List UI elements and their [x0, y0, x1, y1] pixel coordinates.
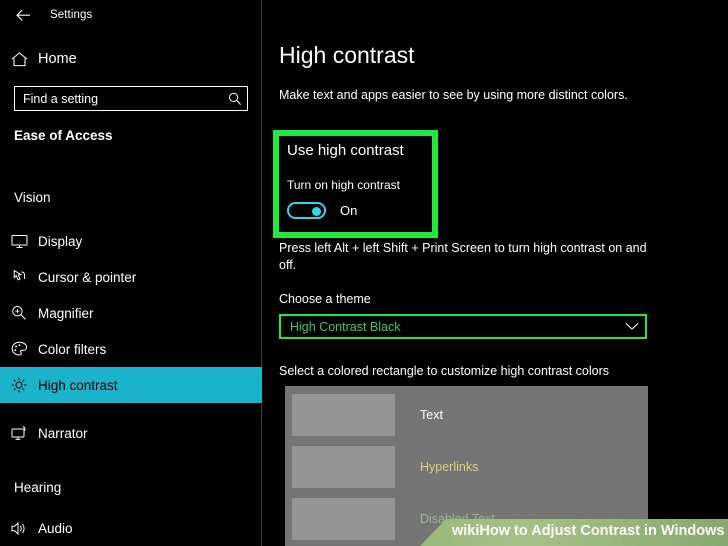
- sidebar-group-heading-hearing: Hearing: [14, 480, 62, 495]
- search-input-field[interactable]: [15, 91, 223, 106]
- main-content: High contrast Make text and apps easier …: [263, 0, 728, 546]
- sidebar-item-color-filters-label: Color filters: [38, 341, 107, 357]
- sidebar-item-home[interactable]: Home: [0, 42, 262, 76]
- search-icon: [223, 92, 247, 106]
- chevron-down-icon: [619, 322, 645, 331]
- theme-dropdown[interactable]: High Contrast Black: [279, 314, 647, 339]
- palette-icon: [0, 341, 38, 357]
- watermark-end: Windows 10: [660, 523, 728, 539]
- sidebar-item-magnifier-label: Magnifier: [38, 305, 94, 321]
- color-chip-text[interactable]: [292, 393, 395, 436]
- page-subtitle: Make text and apps easier to see by usin…: [279, 88, 628, 102]
- watermark-how: How: [479, 523, 511, 539]
- settings-window: Settings Home Ease of Access Vision: [0, 0, 728, 546]
- swatch-label-hyperlinks: Hyperlinks: [420, 459, 479, 474]
- choose-theme-label: Choose a theme: [279, 292, 371, 306]
- sidebar: Settings Home Ease of Access Vision: [0, 0, 262, 546]
- swatch-row-hyperlinks[interactable]: Hyperlinks: [292, 443, 642, 490]
- search-input[interactable]: [14, 86, 248, 111]
- brightness-icon: [0, 377, 38, 393]
- sidebar-item-magnifier[interactable]: Magnifier: [0, 295, 262, 331]
- sidebar-group-heading-vision: Vision: [14, 190, 51, 205]
- sidebar-item-home-label: Home: [38, 51, 77, 67]
- sidebar-item-narrator-label: Narrator: [38, 425, 88, 441]
- color-chip-hyperlinks[interactable]: [292, 445, 395, 488]
- use-high-contrast-heading: Use high contrast: [287, 142, 404, 159]
- page-title: High contrast: [279, 42, 415, 68]
- select-rectangle-label: Select a colored rectangle to customize …: [279, 364, 610, 378]
- use-high-contrast-highlight-box: Use high contrast Turn on high contrast …: [273, 130, 438, 238]
- watermark-wiki: wiki: [452, 523, 480, 539]
- sidebar-item-high-contrast[interactable]: High contrast: [0, 367, 262, 403]
- swatch-row-text[interactable]: Text: [292, 391, 642, 438]
- magnifier-icon: [0, 305, 38, 321]
- high-contrast-toggle[interactable]: [287, 202, 326, 219]
- turn-on-high-contrast-label: Turn on high contrast: [287, 178, 400, 192]
- toggle-knob: [312, 207, 321, 216]
- sidebar-item-cursor-pointer[interactable]: Cursor & pointer: [0, 259, 262, 295]
- watermark-text: wikiHow to Adjust Contrast in Windows 10: [452, 523, 728, 539]
- high-contrast-toggle-row[interactable]: On: [287, 202, 357, 219]
- wikihow-watermark: wikiHow to Adjust Contrast in Windows 10: [420, 519, 728, 546]
- toggle-state-label: On: [340, 203, 358, 218]
- watermark-mid: to Adjust Contrast in: [510, 523, 661, 539]
- sidebar-item-high-contrast-label: High contrast: [38, 377, 118, 393]
- window-titlebar: Settings: [0, 0, 262, 30]
- color-chip-disabled-text[interactable]: [292, 497, 395, 540]
- sidebar-item-color-filters[interactable]: Color filters: [0, 331, 262, 367]
- keyboard-shortcut-text: Press left Alt + left Shift + Print Scre…: [279, 241, 647, 272]
- sidebar-item-display[interactable]: Display: [0, 223, 262, 259]
- home-icon: [0, 51, 38, 67]
- sidebar-item-display-label: Display: [38, 233, 83, 249]
- speaker-icon: [0, 521, 38, 536]
- sidebar-category-heading: Ease of Access: [14, 128, 113, 143]
- window-title: Settings: [50, 9, 93, 21]
- sidebar-item-narrator[interactable]: Narrator: [0, 415, 262, 451]
- theme-dropdown-value: High Contrast Black: [290, 319, 401, 334]
- sidebar-item-audio[interactable]: Audio: [0, 510, 262, 546]
- narrator-icon: [0, 425, 38, 441]
- back-arrow-icon[interactable]: [6, 1, 40, 29]
- monitor-icon: [0, 234, 38, 249]
- sidebar-item-audio-label: Audio: [38, 520, 73, 536]
- swatch-label-text: Text: [420, 407, 443, 422]
- sidebar-item-cursor-pointer-label: Cursor & pointer: [38, 269, 137, 285]
- cursor-pointer-icon: [0, 269, 38, 285]
